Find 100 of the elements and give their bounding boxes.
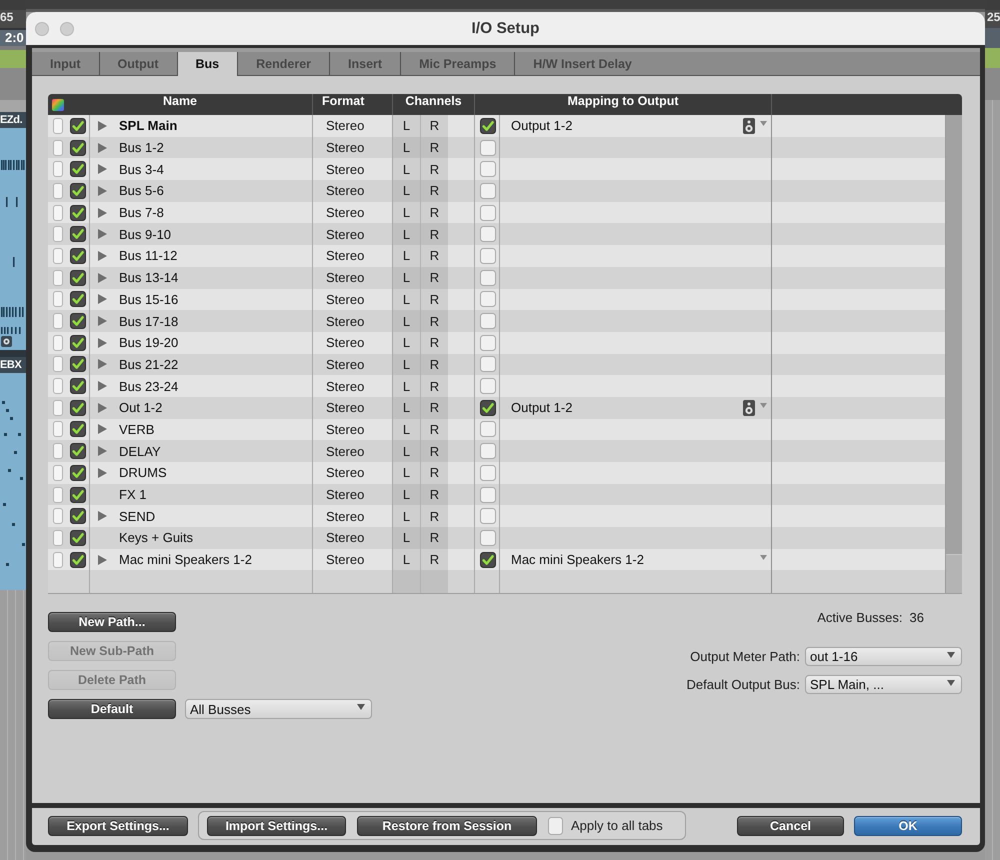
active-checkbox[interactable] (70, 182, 86, 199)
active-checkbox[interactable] (70, 530, 86, 546)
color-swatch-icon[interactable] (53, 161, 63, 178)
setting-dropdown[interactable]: out 1-16 (805, 647, 962, 666)
color-swatch-icon[interactable] (53, 334, 63, 351)
table-row[interactable]: Bus 11-12 Stereo L R (48, 245, 945, 267)
mapping-checkbox[interactable] (480, 270, 496, 286)
disclosure-triangle-icon[interactable] (98, 424, 107, 434)
active-checkbox[interactable] (70, 356, 86, 372)
active-checkbox[interactable] (70, 118, 86, 134)
table-row[interactable]: Bus 3-4 Stereo L R (48, 158, 945, 180)
export-settings-button[interactable]: Export Settings... (48, 816, 188, 836)
active-checkbox[interactable] (70, 334, 86, 351)
table-row[interactable]: SPL Main Stereo L R Output 1-2 (48, 115, 945, 137)
color-swatch-icon[interactable] (53, 313, 63, 330)
table-row[interactable]: Bus 1-2 Stereo L R (48, 136, 945, 158)
disclosure-triangle-icon[interactable] (98, 338, 107, 348)
table-row[interactable]: Bus 23-24 Stereo L R (48, 375, 945, 397)
mapping-checkbox[interactable] (480, 118, 496, 134)
disclosure-triangle-icon[interactable] (98, 511, 107, 522)
output-mapping[interactable]: Output 1-2 (511, 400, 572, 416)
mapping-checkbox[interactable] (480, 464, 496, 481)
restore-button[interactable]: Restore from Session (357, 816, 537, 836)
color-swatch-icon[interactable] (53, 400, 63, 416)
color-swatch-icon[interactable] (53, 204, 63, 221)
table-row[interactable]: Mac mini Speakers 1-2 Stereo L R Mac mini Speakers 1-2 (48, 548, 945, 570)
active-checkbox[interactable] (70, 378, 86, 394)
table-row[interactable]: Bus 19-20 Stereo L R (48, 332, 945, 354)
active-checkbox[interactable] (70, 486, 86, 503)
active-checkbox[interactable] (70, 291, 86, 308)
disclosure-triangle-icon[interactable] (98, 229, 107, 240)
active-checkbox[interactable] (70, 313, 86, 330)
active-checkbox[interactable] (70, 464, 86, 481)
active-checkbox[interactable] (70, 270, 86, 286)
color-swatch-icon[interactable] (53, 421, 63, 438)
table-row[interactable]: DRUMS Stereo L R (48, 462, 945, 484)
mapping-checkbox[interactable] (480, 443, 496, 460)
active-checkbox[interactable] (70, 443, 86, 460)
color-swatch-icon[interactable] (53, 508, 63, 524)
disclosure-triangle-icon[interactable] (98, 554, 107, 565)
disclosure-triangle-icon[interactable] (98, 381, 107, 392)
mapping-checkbox[interactable] (480, 356, 496, 372)
mapping-checkbox[interactable] (480, 226, 496, 242)
mapping-checkbox[interactable] (480, 400, 496, 416)
color-swatch-icon[interactable] (53, 182, 63, 199)
table-row[interactable]: Bus 15-16 Stereo L R (48, 288, 945, 310)
path-button[interactable]: New Path... (48, 612, 176, 632)
color-swatch-icon[interactable] (53, 486, 63, 503)
color-swatch-icon[interactable] (53, 464, 63, 481)
color-swatch-icon[interactable] (53, 356, 63, 372)
active-checkbox[interactable] (70, 248, 86, 264)
color-swatch-icon[interactable] (53, 443, 63, 460)
disclosure-triangle-icon[interactable] (98, 208, 107, 218)
output-mapping[interactable]: Output 1-2 (511, 118, 572, 134)
mapping-checkbox[interactable] (480, 508, 496, 524)
color-swatch-icon[interactable] (53, 552, 63, 568)
color-swatch-icon[interactable] (53, 140, 63, 156)
disclosure-triangle-icon[interactable] (98, 186, 107, 196)
tab[interactable]: Bus (178, 52, 238, 76)
mapping-checkbox[interactable] (480, 486, 496, 503)
disclosure-triangle-icon[interactable] (98, 120, 107, 131)
mapping-checkbox[interactable] (480, 378, 496, 394)
color-swatch-icon[interactable] (53, 291, 63, 308)
color-swatch-icon[interactable] (53, 118, 63, 134)
checkbox[interactable] (548, 816, 563, 834)
table-row[interactable]: Bus 21-22 Stereo L R (48, 354, 945, 376)
active-checkbox[interactable] (70, 400, 86, 416)
output-mapping[interactable]: Mac mini Speakers 1-2 (511, 552, 644, 568)
disclosure-triangle-icon[interactable] (98, 402, 107, 413)
table-row[interactable]: VERB Stereo L R (48, 418, 945, 440)
color-swatch-icon[interactable] (53, 270, 63, 286)
active-checkbox[interactable] (70, 161, 86, 178)
disclosure-triangle-icon[interactable] (98, 468, 107, 478)
disclosure-triangle-icon[interactable] (98, 446, 107, 456)
active-checkbox[interactable] (70, 508, 86, 524)
default-button[interactable]: Default (48, 699, 176, 719)
disclosure-triangle-icon[interactable] (98, 316, 107, 326)
active-checkbox[interactable] (70, 421, 86, 438)
disclosure-triangle-icon[interactable] (98, 272, 107, 283)
mapping-checkbox[interactable] (480, 161, 496, 178)
mapping-checkbox[interactable] (480, 313, 496, 330)
color-swatch-icon[interactable] (53, 530, 63, 546)
dialog-button[interactable]: OK (854, 816, 962, 836)
color-swatch-icon[interactable] (53, 248, 63, 264)
dialog-button[interactable]: Cancel (737, 816, 844, 836)
path-filter-dropdown[interactable]: All Busses (185, 699, 372, 719)
mapping-checkbox[interactable] (480, 530, 496, 546)
mapping-checkbox[interactable] (480, 204, 496, 221)
table-row[interactable]: Bus 7-8 Stereo L R (48, 202, 945, 224)
disclosure-triangle-icon[interactable] (98, 142, 107, 153)
disclosure-triangle-icon[interactable] (98, 294, 107, 304)
active-checkbox[interactable] (70, 552, 86, 568)
color-swatch-icon[interactable] (53, 226, 63, 242)
import-settings-button[interactable]: Import Settings... (207, 816, 346, 836)
mapping-checkbox[interactable] (480, 182, 496, 199)
disclosure-triangle-icon[interactable] (98, 359, 107, 370)
active-checkbox[interactable] (70, 204, 86, 221)
disclosure-triangle-icon[interactable] (98, 250, 107, 261)
color-swatch-icon[interactable] (53, 378, 63, 394)
color-icon[interactable] (52, 98, 64, 110)
